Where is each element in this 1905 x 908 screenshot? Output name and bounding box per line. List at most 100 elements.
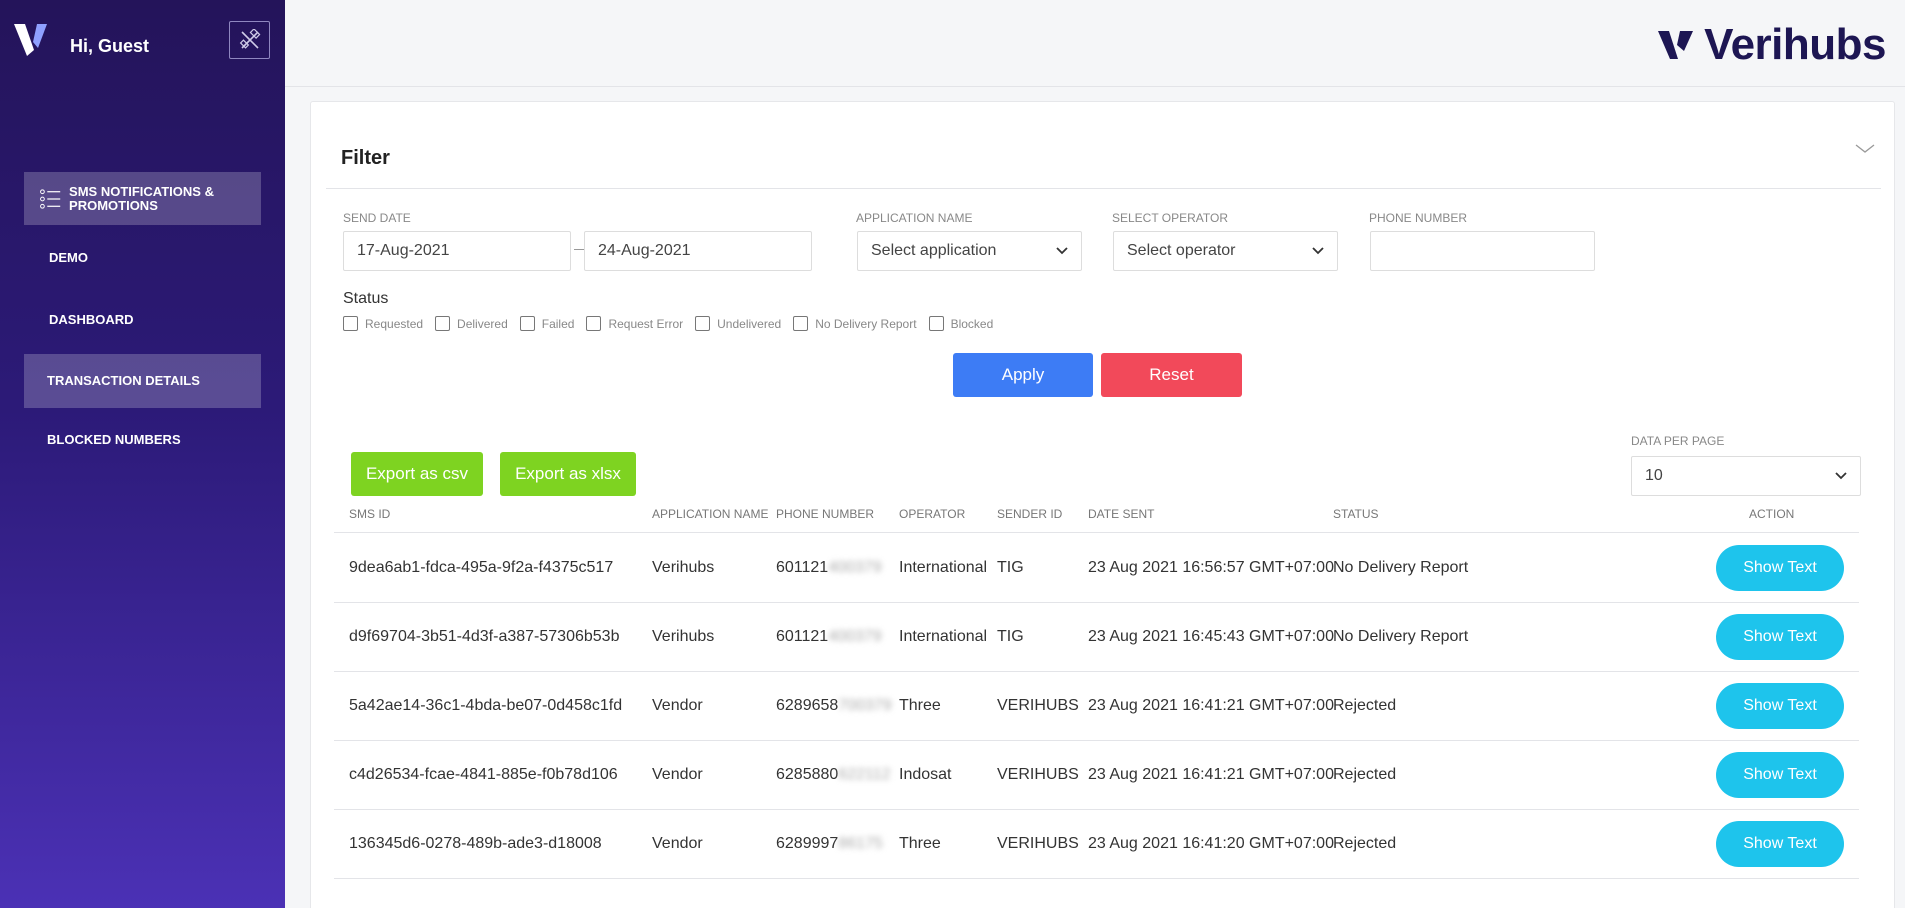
status-checkbox-failed[interactable]: Failed xyxy=(519,316,574,331)
phone-visible: 601121 xyxy=(776,628,829,645)
checkbox-label: Blocked xyxy=(950,316,994,331)
date-to-input[interactable]: 24-Aug-2021 xyxy=(584,231,812,271)
sidebar-item-label: TRANSACTION DETAILS xyxy=(47,373,200,388)
application-select[interactable]: Select application xyxy=(857,231,1082,271)
cell-application-name: Verihubs xyxy=(652,628,715,645)
column-header-sms-id[interactable]: SMS ID xyxy=(349,507,390,521)
phone-redacted: 400379 xyxy=(828,559,882,576)
column-header-phone-number[interactable]: PHONE NUMBER xyxy=(776,507,874,521)
cell-sms-id: 5a42ae14-36c1-4bda-be07-0d458c1fd xyxy=(349,697,623,714)
list-icon xyxy=(40,188,61,209)
application-select-value: Select application xyxy=(871,242,997,259)
status-checkbox-delivered[interactable]: Delivered xyxy=(435,316,508,331)
export-xlsx-button[interactable]: Export as xlsx xyxy=(500,452,636,496)
cell-phone-number: 6289658 700379 xyxy=(776,672,892,740)
data-per-page-value: 10 xyxy=(1645,467,1663,484)
cell-date-sent: 23 Aug 2021 16:45:43 GMT+07:00 xyxy=(1088,628,1334,645)
verihubs-mark-icon xyxy=(1658,31,1694,59)
cell-date-sent: 23 Aug 2021 16:41:20 GMT+07:00 xyxy=(1088,835,1334,852)
chevron-down-icon xyxy=(1835,472,1847,480)
status-label: Status xyxy=(343,290,389,307)
show-text-button[interactable]: Show Text xyxy=(1716,821,1844,867)
table-row: 9dea6ab1-fdca-495a-9f2a-f4375c517 Verihu… xyxy=(334,534,1859,603)
show-text-button[interactable]: Show Text xyxy=(1716,614,1844,660)
column-header-application-name[interactable]: APPLICATION NAME xyxy=(652,507,768,521)
status-checkbox-request-error[interactable]: Request Error xyxy=(586,316,683,331)
tools-icon xyxy=(239,29,260,49)
status-checkbox-blocked[interactable]: Blocked xyxy=(928,316,994,331)
chevron-down-icon xyxy=(1056,247,1068,255)
phone-visible: 6285880 xyxy=(776,766,839,783)
cell-status: Rejected xyxy=(1333,766,1397,783)
cell-status: Rejected xyxy=(1333,697,1397,714)
phone-number-input[interactable] xyxy=(1370,231,1595,271)
cell-operator: Indosat xyxy=(899,766,952,783)
phone-redacted: 700379 xyxy=(838,697,892,714)
cell-sender-id: VERIHUBS xyxy=(997,766,1079,783)
sidebar-toggle-button[interactable] xyxy=(229,21,270,59)
column-header-operator[interactable]: OPERATOR xyxy=(899,507,965,521)
table-header: SMS ID APPLICATION NAME PHONE NUMBER OPE… xyxy=(334,507,1859,533)
column-header-status[interactable]: STATUS xyxy=(1333,507,1379,521)
checkbox[interactable] xyxy=(695,316,711,331)
sidebar: Hi, Guest SMS NOTIFICATIONS & PROMOTIONS… xyxy=(0,0,285,908)
cell-operator: Three xyxy=(899,835,941,852)
select-operator-label: SELECT OPERATOR xyxy=(1112,211,1229,225)
brand-logo: Verihubs xyxy=(1658,20,1886,70)
cell-sender-id: VERIHUBS xyxy=(997,835,1079,852)
sidebar-item-dashboard[interactable]: DASHBOARD xyxy=(24,306,261,334)
date-from-input[interactable]: 17-Aug-2021 xyxy=(343,231,571,271)
checkbox[interactable] xyxy=(343,316,358,331)
sidebar-item-label: DASHBOARD xyxy=(49,312,134,327)
phone-visible: 6289997 xyxy=(776,835,839,852)
cell-date-sent: 23 Aug 2021 16:56:57 GMT+07:00 xyxy=(1088,559,1334,576)
checkbox[interactable] xyxy=(928,316,944,331)
data-per-page-select[interactable]: 10 xyxy=(1631,456,1861,496)
data-per-page-label: DATA PER PAGE xyxy=(1631,434,1725,448)
reset-button[interactable]: Reset xyxy=(1101,353,1242,397)
cell-phone-number: 6289997 86175 xyxy=(776,810,883,878)
cell-phone-number: 601121 400379 xyxy=(776,534,882,602)
chevron-down-icon[interactable] xyxy=(1854,142,1876,156)
phone-redacted: 86175 xyxy=(838,835,883,852)
checkbox-label: Request Error xyxy=(608,316,684,331)
status-checkbox-requested[interactable]: Requested xyxy=(343,316,423,331)
cell-sender-id: VERIHUBS xyxy=(997,697,1079,714)
table-row: c4d26534-fcae-4841-885e-f0b78d106 Vendor… xyxy=(334,741,1859,810)
sidebar-item-blocked-numbers[interactable]: BLOCKED NUMBERS xyxy=(24,426,261,454)
sidebar-item-sms-notifications[interactable]: SMS NOTIFICATIONS & PROMOTIONS xyxy=(24,172,261,225)
status-checkbox-undelivered[interactable]: Undelivered xyxy=(695,316,781,331)
filter-title: Filter xyxy=(341,147,390,169)
checkbox[interactable] xyxy=(586,316,602,331)
export-csv-button[interactable]: Export as csv xyxy=(351,452,483,496)
cell-phone-number: 601121 400379 xyxy=(776,603,882,671)
show-text-button[interactable]: Show Text xyxy=(1716,683,1844,729)
status-checkbox-no-delivery-report[interactable]: No Delivery Report xyxy=(793,316,917,331)
cell-operator: International xyxy=(899,628,988,645)
show-text-button[interactable]: Show Text xyxy=(1716,752,1844,798)
cell-phone-number: 6285880 622112 xyxy=(776,741,891,809)
checkbox[interactable] xyxy=(793,316,809,331)
show-text-button[interactable]: Show Text xyxy=(1716,545,1844,591)
apply-button[interactable]: Apply xyxy=(953,353,1093,397)
column-header-date-sent[interactable]: DATE SENT xyxy=(1088,507,1154,521)
checkbox[interactable] xyxy=(519,316,535,331)
verihubs-logo-icon xyxy=(14,24,47,56)
cell-date-sent: 23 Aug 2021 16:41:21 GMT+07:00 xyxy=(1088,766,1334,783)
cell-operator: Three xyxy=(899,697,941,714)
checkbox[interactable] xyxy=(435,316,451,331)
sidebar-item-transaction-details[interactable]: TRANSACTION DETAILS xyxy=(24,354,261,408)
status-checkbox-group: Requested Delivered Failed Request Error… xyxy=(343,316,1005,331)
greeting: Hi, Guest xyxy=(70,36,150,56)
operator-select[interactable]: Select operator xyxy=(1113,231,1338,271)
table-row: 5a42ae14-36c1-4bda-be07-0d458c1fd Vendor… xyxy=(334,672,1859,741)
phone-redacted: 400379 xyxy=(828,628,882,645)
phone-redacted: 622112 xyxy=(838,766,891,783)
column-header-action: ACTION xyxy=(1749,507,1795,521)
cell-status: Rejected xyxy=(1333,835,1397,852)
phone-number-label: PHONE NUMBER xyxy=(1369,211,1468,225)
column-header-sender-id[interactable]: SENDER ID xyxy=(997,507,1062,521)
divider xyxy=(326,188,1881,189)
cell-date-sent: 23 Aug 2021 16:41:21 GMT+07:00 xyxy=(1088,697,1334,714)
sidebar-item-demo[interactable]: DEMO xyxy=(24,244,261,272)
